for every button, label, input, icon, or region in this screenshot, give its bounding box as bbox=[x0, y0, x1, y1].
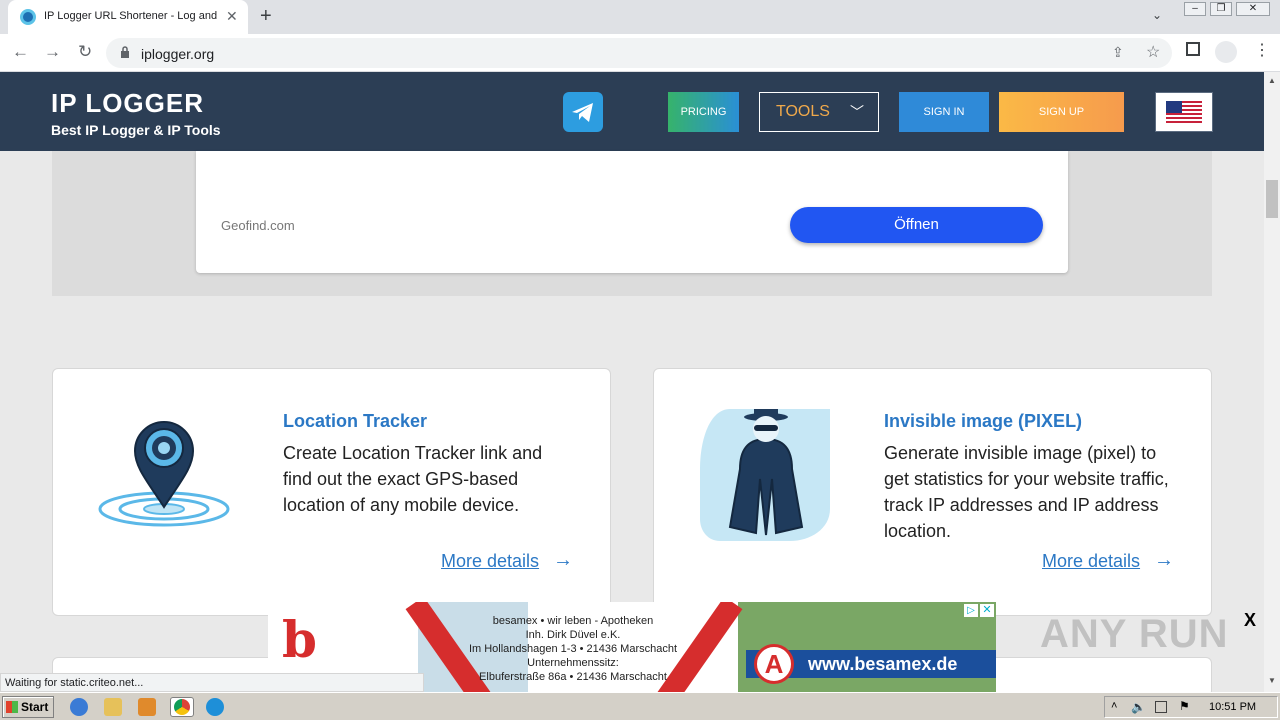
bookmark-star-icon[interactable]: ☆ bbox=[1146, 42, 1160, 62]
banner-line: Im Hollandshagen 1-3 • 21436 Marschacht bbox=[468, 643, 678, 655]
site-logo[interactable]: IP LOGGER bbox=[51, 88, 204, 119]
banner-line: Elbuferstraße 86a • 21436 Marschacht bbox=[479, 671, 667, 683]
tools-dropdown[interactable]: TOOLS ﹀ bbox=[759, 92, 879, 132]
banner-line: besamex • wir leben - Apotheken bbox=[492, 615, 654, 627]
forward-arrow-icon[interactable]: → bbox=[44, 42, 61, 62]
window-close-button[interactable]: ✕ bbox=[1236, 2, 1270, 16]
system-tray: ˄ 🔈 ⚑ 10:51 PM bbox=[1104, 696, 1278, 718]
telegram-icon bbox=[572, 103, 593, 122]
ad-domain[interactable]: Geofind.com bbox=[221, 218, 295, 233]
address-bar[interactable]: iplogger.org ⇪ ☆ bbox=[106, 38, 1172, 68]
lock-icon bbox=[121, 46, 129, 58]
ad-open-button[interactable]: Öffnen bbox=[790, 207, 1043, 243]
telegram-button[interactable] bbox=[563, 92, 603, 132]
windows-logo-icon bbox=[6, 701, 18, 713]
tab-title: IP Logger URL Shortener - Log and T bbox=[44, 10, 220, 22]
back-arrow-icon[interactable]: ← bbox=[12, 42, 29, 62]
us-flag-icon bbox=[1166, 101, 1202, 123]
more-details-link[interactable]: More details bbox=[1042, 551, 1140, 572]
media-player-icon[interactable] bbox=[138, 698, 156, 716]
scroll-thumb[interactable] bbox=[1266, 180, 1278, 218]
window-restore-button[interactable]: ❐ bbox=[1210, 2, 1232, 16]
scroll-up-arrow-icon[interactable]: ▲ bbox=[1268, 76, 1276, 85]
language-selector[interactable] bbox=[1155, 92, 1213, 132]
browser-tab-active[interactable]: IP Logger URL Shortener - Log and T ✕ bbox=[8, 0, 248, 34]
feature-title: Location Tracker bbox=[283, 411, 428, 431]
pricing-button[interactable]: PRICING bbox=[668, 92, 739, 132]
tools-label: TOOLS bbox=[776, 103, 830, 120]
close-ad-icon[interactable]: X bbox=[1244, 610, 1256, 631]
scroll-down-arrow-icon[interactable]: ▼ bbox=[1268, 676, 1276, 685]
ie-icon[interactable] bbox=[70, 698, 88, 716]
location-pin-icon bbox=[98, 421, 230, 527]
sign-in-button[interactable]: SIGN IN bbox=[899, 92, 989, 132]
invisible-man-icon bbox=[700, 409, 830, 541]
feature-card-invisible-pixel: Invisible image (PIXEL) Generate invisib… bbox=[653, 368, 1212, 616]
start-label: Start bbox=[21, 700, 49, 714]
banner-url: www.besamex.de bbox=[808, 654, 958, 674]
window-minimize-button[interactable]: – bbox=[1184, 2, 1206, 16]
feature-description: Generate invisible image (pixel) to get … bbox=[884, 443, 1169, 541]
site-tagline: Best IP Logger & IP Tools bbox=[51, 122, 221, 138]
banner-line: Inh. Dirk Düvel e.K. bbox=[525, 629, 621, 641]
profile-avatar-icon[interactable] bbox=[1215, 41, 1237, 63]
new-tab-icon[interactable]: + bbox=[260, 5, 272, 28]
network-icon[interactable] bbox=[1155, 701, 1167, 713]
ad-card: Geofind.com Öffnen bbox=[196, 151, 1068, 273]
folder-icon[interactable] bbox=[104, 698, 122, 716]
start-button[interactable]: Start bbox=[2, 696, 54, 718]
kebab-menu-icon[interactable]: ⋮ bbox=[1254, 40, 1270, 60]
feature-description: Create Location Tracker link and find ou… bbox=[283, 443, 543, 515]
arrow-right-icon[interactable]: → bbox=[553, 549, 573, 572]
more-details-link[interactable]: More details bbox=[441, 551, 539, 572]
flag-icon[interactable]: ⚑ bbox=[1179, 699, 1190, 713]
arrow-right-icon[interactable]: → bbox=[1154, 549, 1174, 572]
banner-close-icon[interactable]: ✕ bbox=[980, 604, 994, 617]
share-icon[interactable]: ⇪ bbox=[1112, 44, 1124, 61]
chrome-taskbar-button[interactable] bbox=[170, 697, 194, 717]
clock[interactable]: 10:51 PM bbox=[1209, 701, 1256, 713]
reload-icon[interactable]: ↻ bbox=[78, 42, 92, 62]
chevron-down-icon: ﹀ bbox=[850, 104, 864, 120]
site-header: IP LOGGER Best IP Logger & IP Tools PRIC… bbox=[0, 72, 1264, 151]
tab-search-chevron-icon[interactable]: ⌄ bbox=[1152, 8, 1162, 22]
side-panel-icon[interactable] bbox=[1186, 42, 1200, 56]
iplogger-favicon-icon bbox=[20, 9, 36, 25]
browser-status-bar: Waiting for static.criteo.net... bbox=[0, 673, 424, 692]
banner-line: Unternehmenssitz: bbox=[527, 657, 619, 669]
banner-address: besamex • wir leben - Apotheken Inh. Dir… bbox=[458, 614, 688, 684]
tab-close-icon[interactable]: ✕ bbox=[226, 8, 238, 25]
sign-up-button[interactable]: SIGN UP bbox=[999, 92, 1124, 132]
chrome-icon bbox=[174, 699, 190, 715]
volume-icon[interactable]: 🔈 bbox=[1131, 700, 1146, 714]
browser-toolbar: ← → ↻ iplogger.org ⇪ ☆ ⋮ bbox=[0, 34, 1280, 72]
pharmacy-a-icon: A bbox=[754, 644, 794, 684]
windows-taskbar: Start ˄ 🔈 ⚑ 10:51 PM bbox=[0, 692, 1280, 720]
edge-icon[interactable] bbox=[206, 698, 224, 716]
feature-card-location-tracker: Location Tracker Create Location Tracker… bbox=[52, 368, 611, 616]
adchoices-icon[interactable]: ▷ bbox=[964, 604, 978, 617]
tray-expand-icon[interactable]: ˄ bbox=[1111, 700, 1117, 712]
url-text: iplogger.org bbox=[141, 46, 215, 62]
besamex-logo-icon: b bbox=[282, 610, 317, 669]
anyrun-watermark: ANY RUN bbox=[1040, 612, 1229, 656]
feature-title: Invisible image (PIXEL) bbox=[884, 411, 1083, 431]
browser-tab-strip: IP Logger URL Shortener - Log and T ✕ + … bbox=[0, 0, 1280, 34]
page-scrollbar[interactable]: ▲ ▼ bbox=[1264, 72, 1280, 692]
banner-url-bar: A www.besamex.de bbox=[746, 644, 996, 684]
